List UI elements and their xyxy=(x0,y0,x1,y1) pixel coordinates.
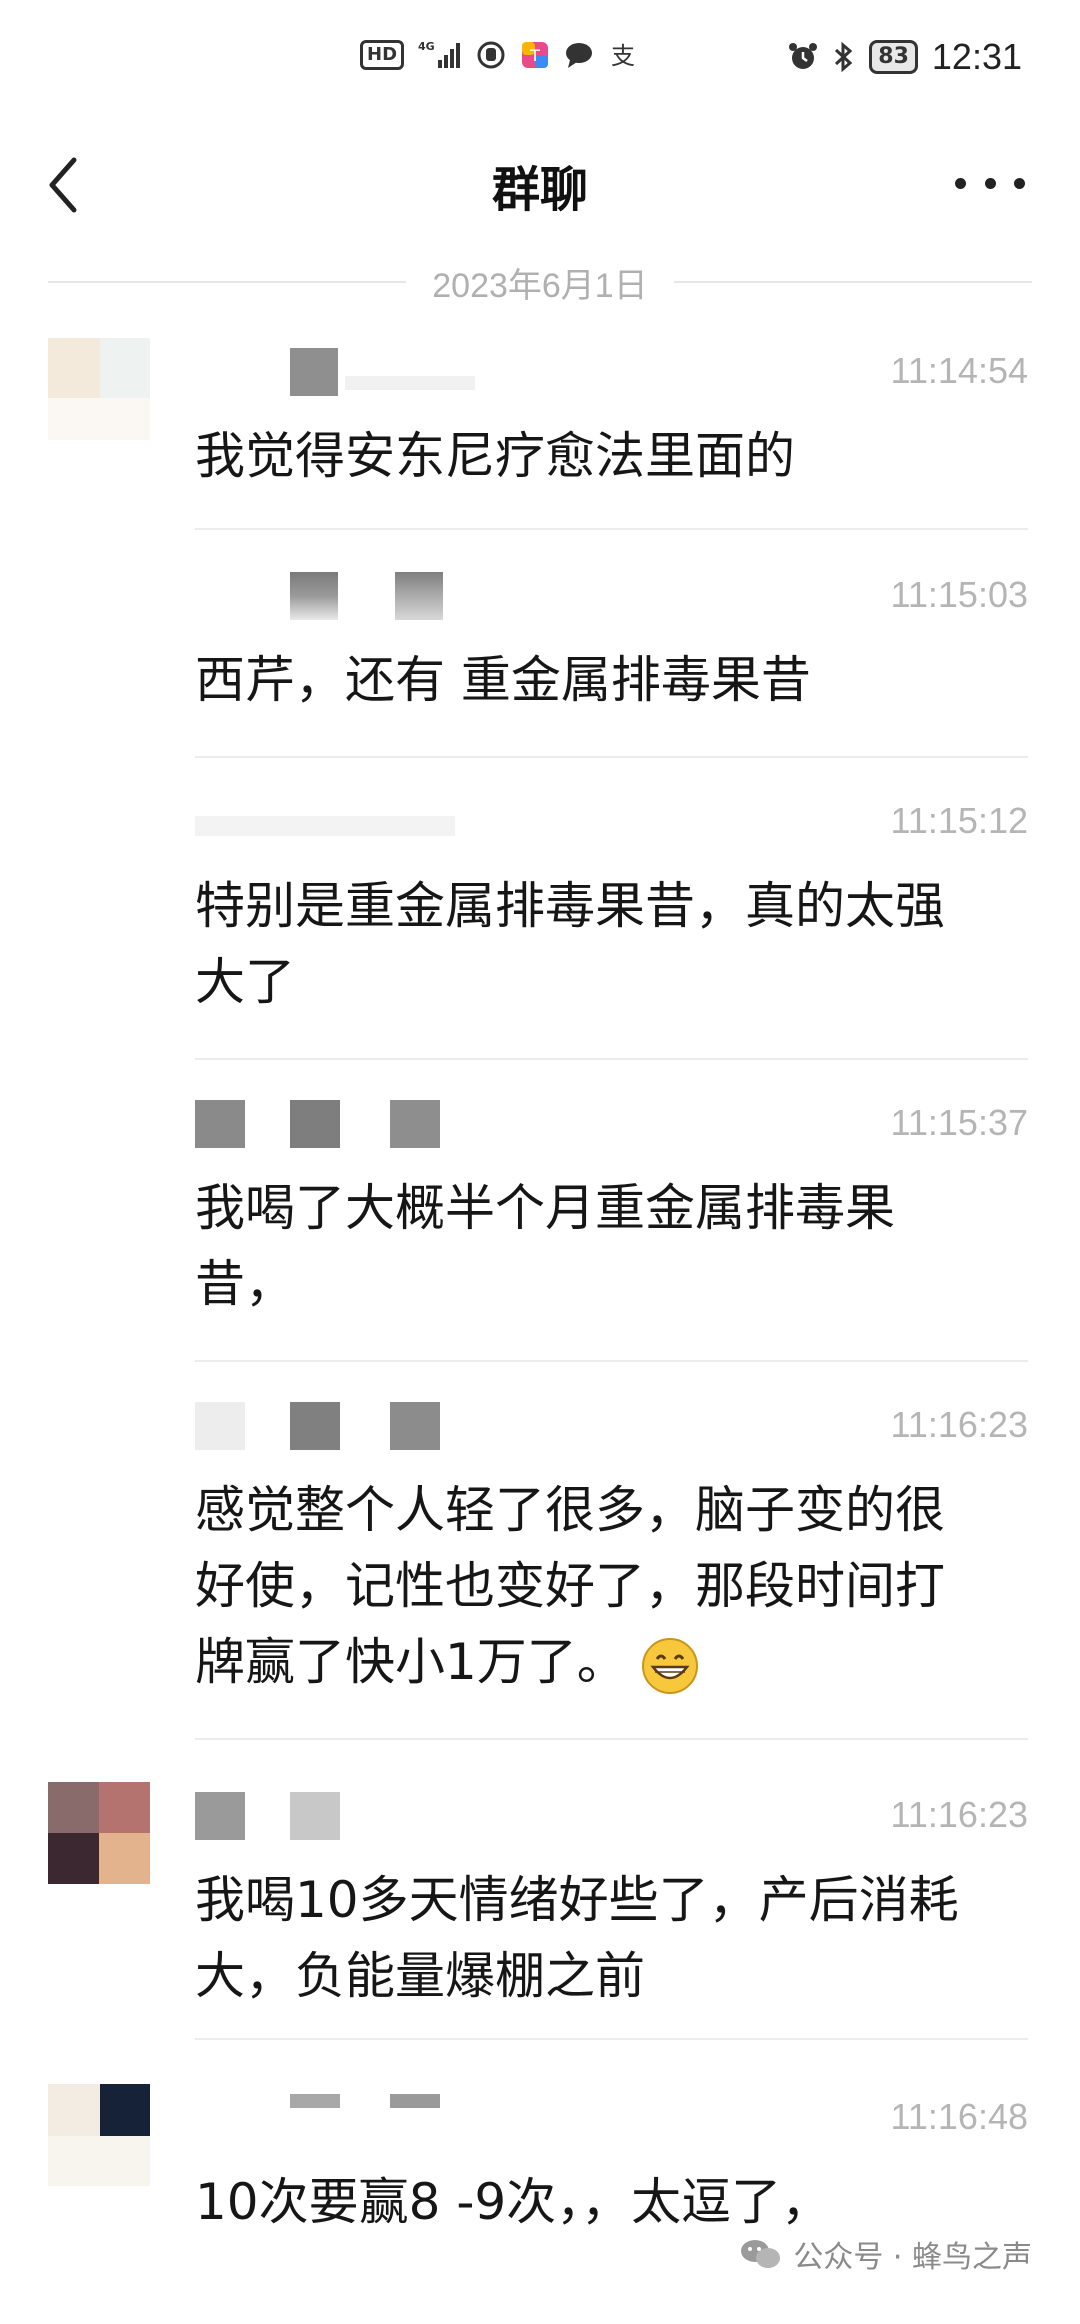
message-divider xyxy=(195,756,1028,758)
message-time: 11:15:37 xyxy=(890,1102,1028,1143)
sender-name-blurred xyxy=(195,798,495,846)
message-time: 11:16:23 xyxy=(890,1404,1028,1445)
sender-name-blurred xyxy=(195,572,495,620)
hand-icon xyxy=(476,40,506,70)
signal-icon: 4G xyxy=(418,40,462,70)
message-divider xyxy=(195,1360,1028,1362)
message-text-content: 感觉整个人轻了很多，脑子变的很 好使，记性也变好了，那段时间打 牌赢了快小1万了… xyxy=(195,1481,945,1691)
watermark-text: 公众号 · 蜂鸟之声 xyxy=(793,2240,1032,2275)
message-text[interactable]: 我觉得安东尼疗愈法里面的 xyxy=(195,418,1015,494)
message-time: 11:15:12 xyxy=(890,800,1028,841)
alipay-icon: 支 xyxy=(608,40,638,70)
chat-message: 11:15:03 西芹，还有 重金属排毒果昔 xyxy=(0,562,1080,762)
message-text[interactable]: 感觉整个人轻了很多，脑子变的很 好使，记性也变好了，那段时间打 牌赢了快小1万了… xyxy=(195,1472,1015,1700)
more-dot xyxy=(984,177,996,189)
svg-text:支: 支 xyxy=(611,42,635,70)
chat-message: 11:16:23 感觉整个人轻了很多，脑子变的很 好使，记性也变好了，那段时间打… xyxy=(0,1392,1080,1722)
message-text[interactable]: 10次要赢8 -9次，，太逗了， xyxy=(195,2164,1015,2240)
chat-message: 11:15:12 特别是重金属排毒果昔，真的太强 大了 xyxy=(0,788,1080,1048)
avatar[interactable] xyxy=(48,1782,150,1884)
bluetooth-icon xyxy=(833,41,855,73)
network-label: 4G xyxy=(418,40,435,53)
grinning-face-icon xyxy=(641,1637,698,1694)
svg-text:T: T xyxy=(529,46,540,65)
status-left-icons: HD 4G T 支 xyxy=(360,40,638,70)
sender-name-blurred xyxy=(195,348,495,396)
chat-message: 11:15:37 我喝了大概半个月重金属排毒果 昔， xyxy=(0,1090,1080,1350)
chat-header: 群聊 xyxy=(0,120,1080,250)
more-options-button[interactable] xyxy=(955,158,1025,208)
message-time: 11:16:48 xyxy=(890,2096,1028,2137)
divider-line xyxy=(48,281,407,283)
watermark: 公众号 · 蜂鸟之声 xyxy=(739,2232,1032,2276)
status-bar: HD 4G T 支 83 12:31 xyxy=(0,0,1080,120)
sender-name-blurred xyxy=(195,1100,495,1148)
divider-line xyxy=(673,281,1032,283)
message-text[interactable]: 西芹，还有 重金属排毒果昔 xyxy=(195,642,1015,718)
chat-bubble-icon xyxy=(564,40,594,70)
app-icon: T xyxy=(520,40,550,70)
date-divider: 2023年6月1日 xyxy=(48,262,1032,305)
message-divider xyxy=(195,1058,1028,1060)
message-divider xyxy=(195,1738,1028,1740)
page-title: 群聊 xyxy=(491,162,588,218)
avatar[interactable] xyxy=(48,338,150,440)
wechat-icon xyxy=(741,2240,781,2268)
status-right-icons: 83 12:31 xyxy=(787,36,1022,78)
date-label: 2023年6月1日 xyxy=(432,266,648,305)
alarm-icon xyxy=(787,41,819,73)
battery-icon: 83 xyxy=(869,40,918,74)
message-time: 11:16:23 xyxy=(890,1794,1028,1835)
sender-name-blurred xyxy=(195,1402,495,1450)
more-dot xyxy=(1014,177,1025,189)
message-time: 11:14:54 xyxy=(890,350,1028,391)
avatar[interactable] xyxy=(48,2084,150,2186)
hd-icon: HD xyxy=(360,40,405,70)
chat-message: 11:16:23 我喝10多天情绪好些了，产后消耗 大，负能量爆棚之前 xyxy=(0,1782,1080,2042)
status-time: 12:31 xyxy=(931,36,1022,77)
sender-name-blurred xyxy=(195,1792,495,1840)
message-time: 11:15:03 xyxy=(890,574,1028,615)
message-text[interactable]: 我喝10多天情绪好些了，产后消耗 大，负能量爆棚之前 xyxy=(195,1862,1015,2014)
sender-name-blurred xyxy=(195,2094,495,2142)
message-divider xyxy=(195,2038,1028,2040)
message-text[interactable]: 我喝了大概半个月重金属排毒果 昔， xyxy=(195,1170,1015,1322)
message-text[interactable]: 特别是重金属排毒果昔，真的太强 大了 xyxy=(195,868,1015,1020)
more-dot xyxy=(955,177,966,189)
chat-message: 11:14:54 我觉得安东尼疗愈法里面的 xyxy=(0,338,1080,538)
message-divider xyxy=(195,528,1028,530)
